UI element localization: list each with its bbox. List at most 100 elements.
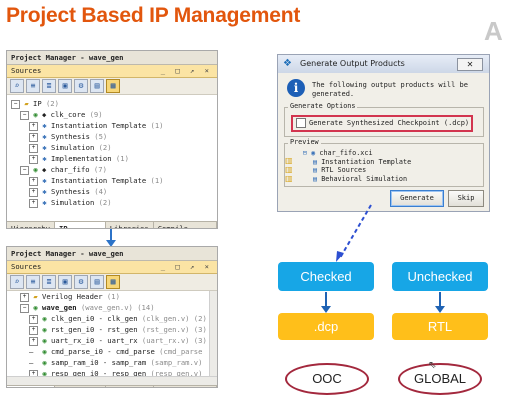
tree-detail: (rst_gen.v) (3) <box>137 325 207 334</box>
expand-icon[interactable]: + <box>29 314 38 324</box>
expand-icon[interactable]: + <box>29 198 38 208</box>
preview-item[interactable]: ▤ Behavioral Simulation <box>289 175 411 184</box>
tree-row[interactable]: − ◉ ◆ char_fifo (7) <box>7 164 217 175</box>
add-sources-icon[interactable]: ▣ <box>58 275 72 289</box>
preview-item[interactable]: ▤ RTL Sources <box>289 166 411 175</box>
tree-row[interactable]: + ✱ Instantiation Template (1) <box>7 175 217 186</box>
horizontal-scrollbar[interactable] <box>7 376 217 385</box>
preview-item[interactable]: ⊟ ◉ char_fifo.xci <box>289 149 411 158</box>
expand-icon[interactable]: + <box>29 121 38 131</box>
tree-row[interactable]: + ✱ Implementation (1) <box>7 153 217 164</box>
expand-icon[interactable]: + <box>29 132 38 142</box>
unchecked-box: Unchecked <box>392 262 488 291</box>
properties-icon[interactable]: ⚙ <box>74 79 88 93</box>
tree-row[interactable]: + ◉ resp_gen_i0 - resp_gen (resp_gen.v) <box>7 368 217 376</box>
tree-row[interactable]: + ✱ Synthesis (4) <box>7 186 217 197</box>
collapse-all-icon[interactable]: ≡ <box>26 79 40 93</box>
window-controls[interactable]: _ □ ↗ × <box>161 65 212 77</box>
preview-tree: ⊟ ◉ char_fifo.xci ▤ Instantiation Templat… <box>289 149 411 183</box>
tree-detail: (7) <box>89 165 107 174</box>
down-arrow-icon <box>321 292 331 313</box>
tree-row[interactable]: + ◉ uart_rx_i0 - uart_rx (uart_rx.v) (3) <box>7 335 217 346</box>
tree-label: uart_rx_i0 - uart_rx <box>51 336 138 345</box>
tab-compile-order[interactable]: Compile Order <box>154 222 217 228</box>
tree-label: clk_gen_i0 - clk_gen <box>51 314 138 323</box>
tree-row[interactable]: + ▰ Verilog Header (1) <box>7 291 217 302</box>
dialog-message: The following output products will be ge… <box>312 81 468 98</box>
tree-row[interactable]: + ✱ Simulation (2) <box>7 142 217 153</box>
add-sources-icon[interactable]: ▣ <box>58 79 72 93</box>
search-icon[interactable]: ⌕ <box>10 275 24 289</box>
tab-libraries[interactable]: Libraries <box>106 386 154 387</box>
tree-row[interactable]: + ◉ rst_gen_i0 - rst_gen (rst_gen.v) (3) <box>7 324 217 335</box>
sources-tabs: HierarchyIP SourcesLibrariesCompile Orde… <box>7 385 217 387</box>
tree-row[interactable]: – ◉ cmd_parse_i0 - cmd_parse (cmd_parse <box>7 346 217 357</box>
ip-catalog-icon[interactable]: ▦ <box>106 79 120 93</box>
sources-toolbar: ⌕ ≡ ≣ ▣ ⚙ ▤ ▦ <box>7 274 217 291</box>
tree-row[interactable]: − ◉ wave_gen (wave_gen.v) (14) <box>7 302 217 313</box>
chip-icon: ◉ <box>42 325 47 334</box>
tree-detail: (cmd_parse <box>154 347 203 356</box>
preview-label: Preview <box>288 138 321 146</box>
generate-button[interactable]: Generate <box>390 190 444 207</box>
tab-hierarchy[interactable]: Hierarchy <box>7 222 55 228</box>
synthesized-checkpoint-checkbox[interactable] <box>296 118 306 128</box>
expand-all-icon[interactable]: ≣ <box>42 79 56 93</box>
skip-button[interactable]: Skip <box>448 190 484 207</box>
tab-ip-sources[interactable]: IP Sources <box>55 386 106 387</box>
ip-catalog-icon[interactable]: ▦ <box>106 275 120 289</box>
close-button[interactable]: ✕ <box>457 58 483 71</box>
cog-icon: ✱ <box>42 187 47 196</box>
expand-all-icon[interactable]: ≣ <box>42 275 56 289</box>
collapse-icon[interactable]: − <box>20 165 29 175</box>
expand-icon[interactable]: + <box>29 336 38 346</box>
expand-icon[interactable]: + <box>20 292 29 302</box>
tree-detail: (1) <box>146 176 164 185</box>
preview-group: Preview ⊟ ◉ char_fifo.xci ▤ Instantiation… <box>284 138 484 187</box>
cog-icon: ✱ <box>42 198 47 207</box>
window-controls[interactable]: _ □ ↗ × <box>161 261 212 273</box>
tree-label: ◆ char_fifo <box>42 165 90 174</box>
document-icon[interactable]: ▤ <box>90 275 104 289</box>
tab-compile-order[interactable]: Compile Order <box>154 386 217 387</box>
tree-row[interactable]: + ✱ Instantiation Template (1) <box>7 120 217 131</box>
collapse-icon[interactable]: − <box>20 303 29 313</box>
expand-icon[interactable]: + <box>29 154 38 164</box>
tab-libraries[interactable]: Libraries <box>106 222 154 228</box>
collapse-icon[interactable]: − <box>11 99 20 109</box>
tree-row[interactable]: + ◉ clk_gen_i0 - clk_gen (clk_gen.v) (2) <box>7 313 217 324</box>
document-icon: ▤ <box>313 174 322 183</box>
expand-icon[interactable]: + <box>29 369 38 376</box>
tree-row[interactable]: + ✱ Synthesis (5) <box>7 131 217 142</box>
tree-row[interactable]: + ✱ Simulation (2) <box>7 197 217 208</box>
checked-box: Checked <box>278 262 374 291</box>
properties-icon[interactable]: ⚙ <box>74 275 88 289</box>
expand-icon[interactable]: + <box>29 176 38 186</box>
expand-icon[interactable]: + <box>29 325 38 335</box>
document-icon[interactable]: ▤ <box>90 79 104 93</box>
search-icon[interactable]: ⌕ <box>10 79 24 93</box>
collapse-all-icon[interactable]: ≡ <box>26 275 40 289</box>
tree-detail: (clk_gen.v) (2) <box>137 314 207 323</box>
window-title: Project Manager - wave_gen <box>7 51 217 65</box>
info-icon: i <box>287 79 305 97</box>
synthesized-checkpoint-option[interactable]: Generate Synthesized Checkpoint (.dcp) <box>291 115 473 132</box>
checkbox-label: Generate Synthesized Checkpoint (.dcp) <box>309 119 470 127</box>
tree-row[interactable]: − ▰ IP (2) <box>7 98 217 109</box>
expand-icon[interactable]: + <box>29 143 38 153</box>
collapse-icon[interactable]: − <box>20 110 29 120</box>
preview-item-label: Instantiation Template <box>321 157 412 166</box>
tree-detail: (1) <box>102 292 120 301</box>
chip-icon: ◉ <box>33 165 38 174</box>
tree-row[interactable]: − ◉ ◆ clk_core (9) <box>7 109 217 120</box>
expand-icon[interactable]: + <box>29 187 38 197</box>
cog-icon: ✱ <box>42 176 47 185</box>
tree-detail: (1) <box>146 121 164 130</box>
tree-detail: (2) <box>41 99 59 108</box>
rtl-box: RTL <box>392 313 488 340</box>
tree-row[interactable]: – ◉ samp_ram_i0 - samp_ram (samp_ram.v) <box>7 357 217 368</box>
preview-item[interactable]: ▤ Instantiation Template <box>289 158 411 167</box>
tab-hierarchy[interactable]: Hierarchy <box>7 386 55 387</box>
tree-label: Instantiation Template <box>51 121 147 130</box>
tab-ip-sources[interactable]: IP Sources <box>54 222 106 228</box>
